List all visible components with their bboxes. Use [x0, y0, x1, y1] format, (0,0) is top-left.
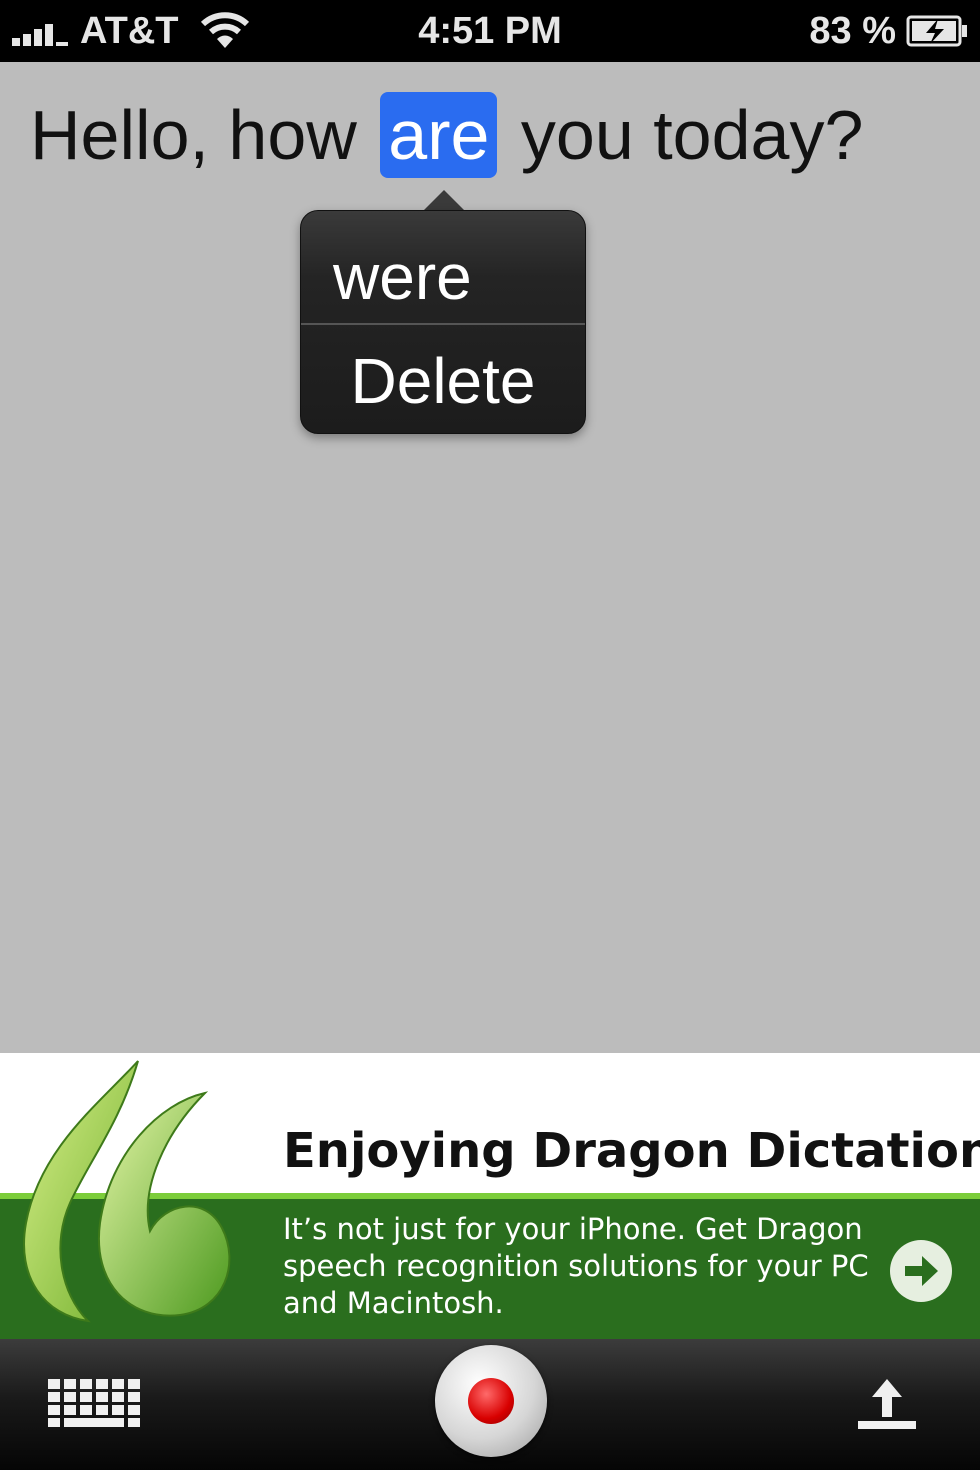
record-button[interactable] [435, 1345, 547, 1457]
dictation-text[interactable]: Hello, how are you today? [30, 92, 863, 178]
text-before: Hello, how [30, 96, 357, 174]
battery-percent: 83 % [809, 10, 896, 52]
correction-popup: were Delete [300, 210, 586, 434]
dragon-quote-logo [23, 1060, 231, 1323]
keyboard-icon[interactable] [48, 1379, 140, 1427]
ad-body-text: It’s not just for your iPhone. Get Drago… [283, 1212, 869, 1320]
text-after: you today? [520, 96, 864, 174]
bottom-toolbar [0, 1339, 980, 1470]
ad-banner[interactable]: Enjoying Dragon Dictation? It’s not just… [0, 1053, 980, 1339]
ad-headline: Enjoying Dragon Dictation? [283, 1123, 980, 1179]
record-icon [468, 1378, 514, 1424]
share-upload-icon[interactable] [856, 1377, 918, 1433]
delete-option[interactable]: Delete [301, 333, 585, 429]
battery-charging-icon [906, 15, 967, 47]
popup-divider [301, 323, 585, 325]
arrow-right-icon[interactable] [890, 1240, 952, 1302]
popup-arrow [422, 190, 466, 212]
status-bar: AT&T 4:51 PM 83 % [0, 0, 980, 62]
alternative-word-option[interactable]: were [301, 231, 585, 323]
selected-word[interactable]: are [380, 92, 498, 178]
